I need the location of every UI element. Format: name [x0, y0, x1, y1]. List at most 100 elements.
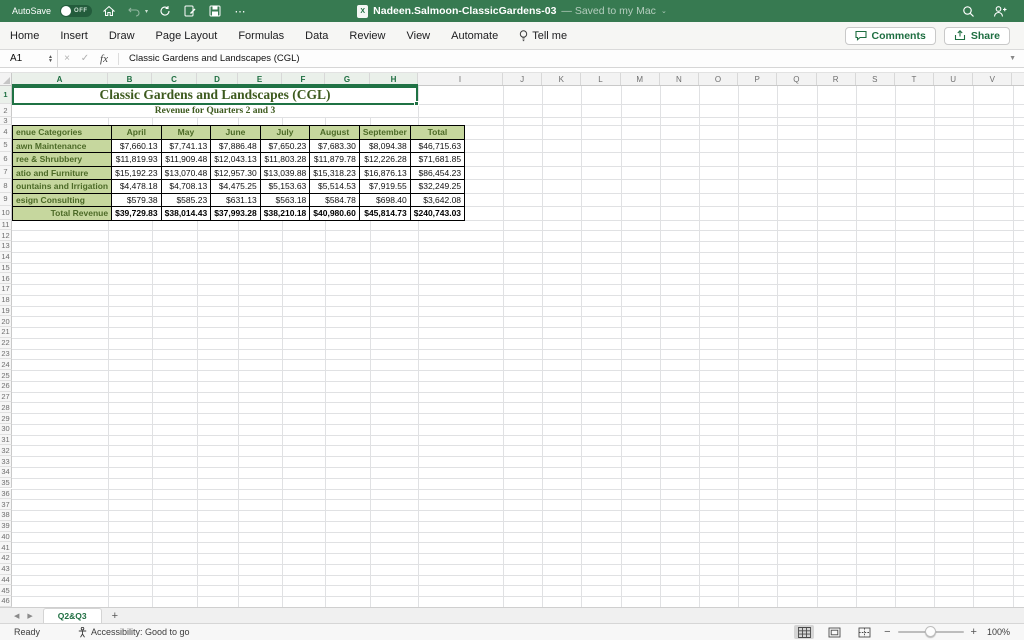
column-header-J[interactable]: J [503, 73, 542, 85]
cell-D5[interactable]: $7,886.48 [211, 139, 261, 153]
edit-document-icon[interactable] [182, 3, 198, 19]
cell-B5[interactable]: $7,660.13 [112, 139, 162, 153]
cell-F9[interactable]: $584.78 [310, 193, 360, 207]
accessibility-status[interactable]: Accessibility: Good to go [78, 627, 190, 638]
row-header-45[interactable]: 45 [0, 585, 12, 596]
ribbon-tab-review[interactable]: Review [349, 30, 385, 42]
cell-A2-subtitle[interactable]: Revenue for Quarters 2 and 3 [12, 105, 418, 117]
cell-E4[interactable]: July [260, 126, 310, 140]
column-header-O[interactable]: O [699, 73, 738, 85]
cell-A1-title[interactable]: Classic Gardens and Landscapes (CGL) [12, 86, 418, 104]
cell-H6[interactable]: $71,681.85 [410, 153, 464, 167]
row-header-24[interactable]: 24 [0, 359, 12, 370]
cell-H7[interactable]: $86,454.23 [410, 166, 464, 180]
row-header-9[interactable]: 9 [0, 193, 12, 207]
row-header-27[interactable]: 27 [0, 392, 12, 403]
cell-G10[interactable]: $45,814.73 [359, 207, 410, 221]
cell-F6[interactable]: $11,879.78 [310, 153, 360, 167]
zoom-slider[interactable] [898, 631, 964, 633]
prev-sheet-icon[interactable]: ◀ [14, 612, 19, 620]
row-header-3[interactable]: 3 [0, 117, 12, 125]
ribbon-tab-draw[interactable]: Draw [109, 30, 135, 42]
row-header-40[interactable]: 40 [0, 532, 12, 543]
cell-G7[interactable]: $16,876.13 [359, 166, 410, 180]
cell-A4[interactable]: enue Categories [13, 126, 112, 140]
cell-B6[interactable]: $11,819.93 [112, 153, 162, 167]
formula-bar-expand-icon[interactable]: ▼ [1009, 55, 1024, 62]
undo-icon[interactable] [126, 3, 142, 19]
row-header-5[interactable]: 5 [0, 139, 12, 153]
cell-A7[interactable]: atio and Furniture [13, 166, 112, 180]
column-header-V[interactable]: V [973, 73, 1012, 85]
sheet-grid[interactable]: 1234567891011121314151617181920212223242… [0, 86, 1024, 607]
cell-E9[interactable]: $563.18 [260, 193, 310, 207]
page-layout-view-button[interactable] [824, 625, 844, 639]
comments-button[interactable]: Comments [845, 27, 936, 45]
row-header-13[interactable]: 13 [0, 241, 12, 252]
row-header-30[interactable]: 30 [0, 424, 12, 435]
row-header-29[interactable]: 29 [0, 413, 12, 424]
normal-view-button[interactable] [794, 625, 814, 639]
row-header-35[interactable]: 35 [0, 478, 12, 489]
cell-D6[interactable]: $12,043.13 [211, 153, 261, 167]
column-header-R[interactable]: R [817, 73, 856, 85]
row-header-7[interactable]: 7 [0, 166, 12, 180]
cell-H8[interactable]: $32,249.25 [410, 180, 464, 194]
row-header-44[interactable]: 44 [0, 575, 12, 586]
formula-bar-content[interactable]: Classic Gardens and Landscapes (CGL) [123, 53, 1009, 64]
cell-C10[interactable]: $38,014.43 [161, 207, 211, 221]
cell-D8[interactable]: $4,475.25 [211, 180, 261, 194]
row-header-17[interactable]: 17 [0, 284, 12, 295]
column-header-L[interactable]: L [581, 73, 620, 85]
row-header-22[interactable]: 22 [0, 338, 12, 349]
row-header-37[interactable]: 37 [0, 499, 12, 510]
cell-C6[interactable]: $11,909.48 [161, 153, 211, 167]
cell-F7[interactable]: $15,318.23 [310, 166, 360, 180]
cell-H9[interactable]: $3,642.08 [410, 193, 464, 207]
column-header-P[interactable]: P [738, 73, 777, 85]
cell-C4[interactable]: May [161, 126, 211, 140]
zoom-level[interactable]: 100% [987, 627, 1010, 637]
cell-E6[interactable]: $11,803.28 [260, 153, 310, 167]
ribbon-tab-data[interactable]: Data [305, 30, 328, 42]
row-header-19[interactable]: 19 [0, 306, 12, 317]
cell-B9[interactable]: $579.38 [112, 193, 162, 207]
more-toolbar-icon[interactable]: ⋯ [232, 3, 248, 19]
cell-E5[interactable]: $7,650.23 [260, 139, 310, 153]
redo-icon[interactable] [157, 3, 173, 19]
cell-B10[interactable]: $39,729.83 [112, 207, 162, 221]
row-header-46[interactable]: 46 [0, 596, 12, 607]
cell-G4[interactable]: September [359, 126, 410, 140]
autosave-toggle[interactable]: OFF [60, 5, 92, 17]
row-header-36[interactable]: 36 [0, 489, 12, 500]
cell-A6[interactable]: ree & Shrubbery [13, 153, 112, 167]
search-icon[interactable] [960, 3, 976, 19]
cell-G6[interactable]: $12,226.28 [359, 153, 410, 167]
zoom-in-button[interactable]: + [971, 626, 977, 638]
cell-G8[interactable]: $7,919.55 [359, 180, 410, 194]
cell-A9[interactable]: esign Consulting [13, 193, 112, 207]
cell-D9[interactable]: $631.13 [211, 193, 261, 207]
cancel-entry-icon[interactable]: × [58, 53, 76, 64]
select-all-corner[interactable] [0, 73, 12, 85]
cell-A5[interactable]: awn Maintenance [13, 139, 112, 153]
row-header-1[interactable]: 1 [0, 86, 12, 104]
cell-C9[interactable]: $585.23 [161, 193, 211, 207]
row-header-42[interactable]: 42 [0, 553, 12, 564]
row-header-41[interactable]: 41 [0, 542, 12, 553]
ribbon-tab-insert[interactable]: Insert [60, 30, 88, 42]
row-header-43[interactable]: 43 [0, 564, 12, 575]
name-box[interactable]: A1 ▲▼ [0, 50, 58, 67]
ribbon-tab-formulas[interactable]: Formulas [238, 30, 284, 42]
ribbon-tab-view[interactable]: View [406, 30, 430, 42]
column-header-Q[interactable]: Q [777, 73, 816, 85]
column-header-S[interactable]: S [856, 73, 895, 85]
cell-E8[interactable]: $5,153.63 [260, 180, 310, 194]
ribbon-tab-home[interactable]: Home [10, 30, 39, 42]
cell-A8[interactable]: ountains and Irrigation [13, 180, 112, 194]
row-header-28[interactable]: 28 [0, 402, 12, 413]
column-header-I[interactable]: I [418, 73, 503, 85]
save-icon[interactable] [207, 3, 223, 19]
cell-C8[interactable]: $4,708.13 [161, 180, 211, 194]
cell-B4[interactable]: April [112, 126, 162, 140]
